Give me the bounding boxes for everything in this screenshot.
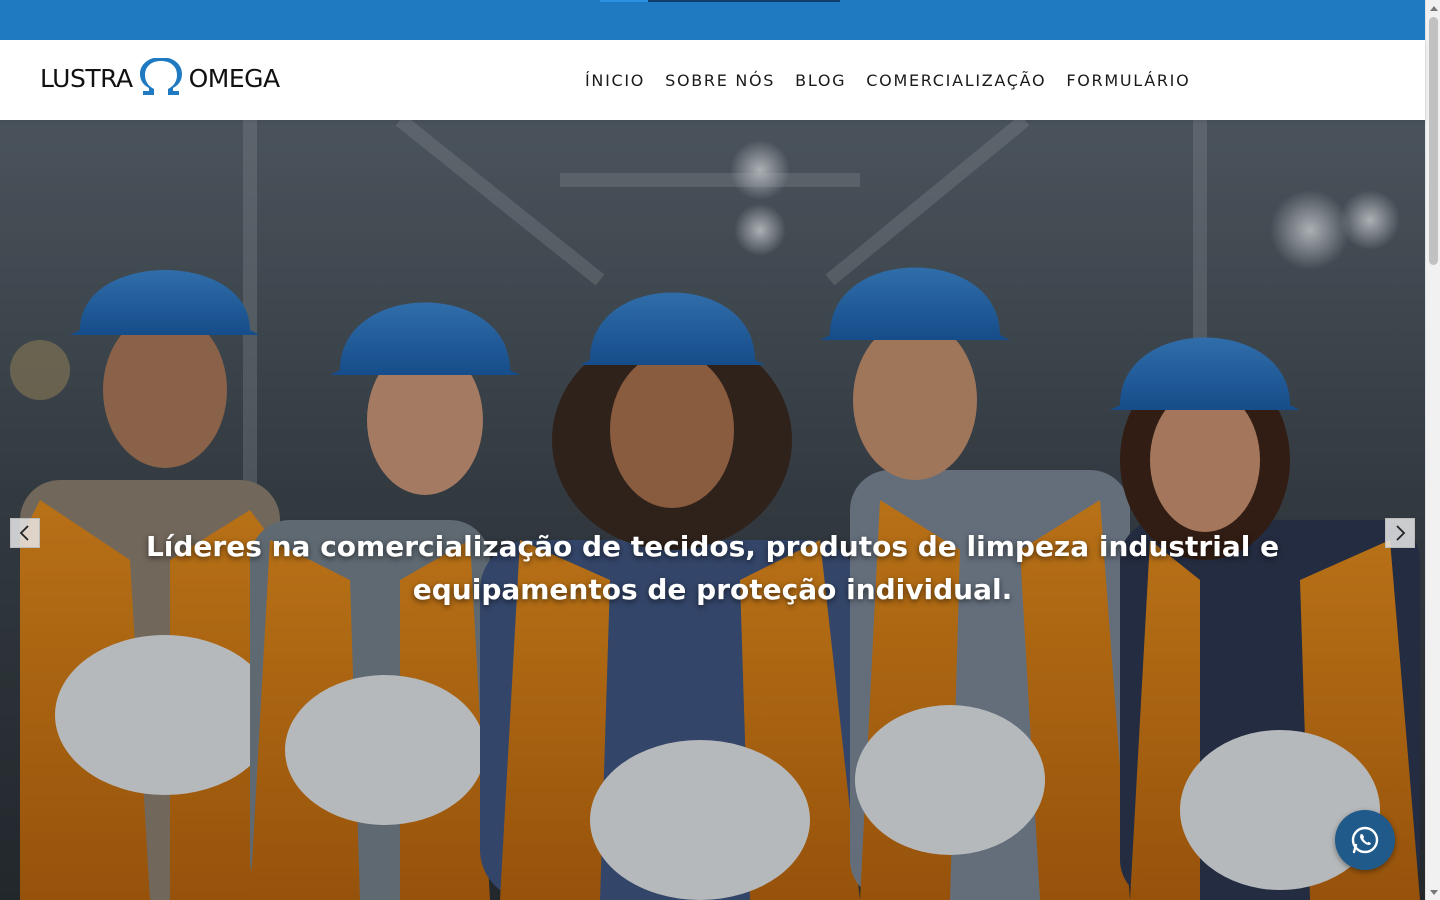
hero-carousel: Líderes na comercialização de tecidos, p… (0, 120, 1425, 900)
nav-item-formulario[interactable]: FORMULÁRIO (1066, 71, 1190, 90)
site-header: LUSTRA OMEGA ÍNICIO SOBRE NÓS BLOG COMER… (0, 40, 1425, 120)
site-logo[interactable]: LUSTRA OMEGA (40, 56, 280, 100)
carousel-prev-button[interactable] (10, 518, 40, 548)
main-nav: ÍNICIO SOBRE NÓS BLOG COMERCIALIZAÇÃO FO… (585, 40, 1190, 120)
nav-item-comercializacao[interactable]: COMERCIALIZAÇÃO (866, 71, 1046, 90)
whatsapp-icon (1351, 826, 1379, 854)
nav-item-inicio[interactable]: ÍNICIO (585, 71, 645, 90)
logo-text-right: OMEGA (188, 63, 281, 93)
omega-icon (139, 58, 182, 95)
nav-item-sobre-nos[interactable]: SOBRE NÓS (665, 71, 775, 90)
page-scrollbar[interactable] (1425, 0, 1440, 900)
logo-text-left: LUSTRA (40, 63, 133, 93)
top-bar (0, 0, 1425, 40)
scrollbar-thumb[interactable] (1429, 17, 1438, 265)
nav-item-blog[interactable]: BLOG (795, 71, 846, 90)
hero-overlay (0, 120, 1425, 900)
scroll-down-arrow[interactable] (1426, 885, 1440, 900)
chevron-left-icon (19, 525, 29, 541)
whatsapp-button[interactable] (1335, 810, 1395, 870)
chevron-right-icon (1396, 525, 1406, 541)
carousel-next-button[interactable] (1385, 518, 1415, 548)
tab-indicator (600, 0, 840, 2)
hero-caption: Líderes na comercialização de tecidos, p… (145, 530, 1280, 606)
scroll-up-arrow[interactable] (1426, 0, 1440, 15)
